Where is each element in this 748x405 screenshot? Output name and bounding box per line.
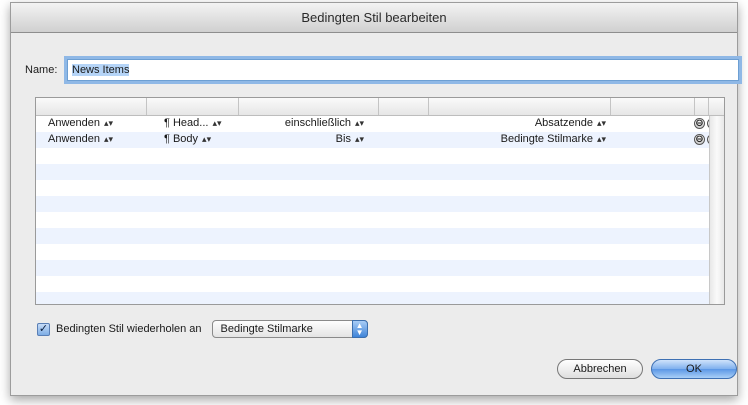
style-popup[interactable]: ¶ Body ▴▾ [164, 133, 211, 145]
paragraph-icon: ¶ [164, 117, 173, 129]
ok-button[interactable]: OK [651, 359, 737, 379]
nested-style-table: Anwenden ▴▾ ¶ Head... ▴▾ einschließlich ▴▾ Abs… [35, 97, 725, 305]
table-row: Anwenden ▴▾ ¶ Head... ▴▾ einschließlich ▴▾ Abs… [36, 116, 724, 132]
marker-popup[interactable]: Absatzende ▴▾ [535, 117, 606, 129]
table-row [36, 196, 724, 212]
table-header [36, 98, 724, 116]
inclusion-popup[interactable]: einschließlich ▴▾ [285, 117, 364, 129]
remove-row-icon[interactable]: ⊖ [694, 118, 705, 129]
table-row [36, 164, 724, 180]
popup-arrows-icon: ▴▾ [104, 134, 114, 144]
paragraph-icon: ¶ [164, 133, 173, 145]
repeat-select[interactable]: Bedingte Stilmarke ▲ ▼ [211, 320, 368, 338]
popup-arrows-icon: ▴▾ [104, 118, 114, 128]
popup-arrows-icon: ▴▾ [354, 134, 364, 144]
dialog-title: Bedingten Stil bearbeiten [11, 3, 737, 33]
action-popup[interactable]: Anwenden ▴▾ [48, 133, 113, 145]
style-popup-text: Body [172, 133, 199, 145]
inclusion-popup-text: Bis [335, 133, 351, 145]
repeat-checkbox[interactable]: ✓ [37, 322, 50, 336]
marker-popup-text: Bedingte Stilmarke [500, 133, 593, 145]
dialog-window: Bedingten Stil bearbeiten Name: News Ite… [10, 2, 739, 396]
table-row [36, 180, 724, 196]
marker-popup-text: Absatzende [534, 117, 593, 129]
popup-arrows-icon: ▴▾ [354, 118, 364, 128]
popup-arrows-icon: ▴▾ [202, 134, 212, 144]
action-popup[interactable]: Anwenden ▴▾ [48, 117, 113, 129]
table-row [36, 148, 724, 164]
name-label: Name: [25, 64, 58, 76]
name-input-value[interactable]: News Items [72, 64, 130, 76]
table-row [36, 260, 724, 276]
select-arrows-icon: ▲ ▼ [351, 320, 368, 338]
popup-arrows-icon: ▴▾ [212, 118, 222, 128]
remove-row-icon[interactable]: ⊖ [694, 134, 705, 145]
name-input[interactable]: News Items [67, 59, 739, 81]
inclusion-popup[interactable]: Bis ▴▾ [336, 133, 364, 145]
repeat-row: ✓ Bedingten Stil wiederholen an Bedingte… [37, 319, 368, 339]
cancel-button[interactable]: Abbrechen [557, 359, 643, 379]
repeat-select-value: Bedingte Stilmarke [220, 323, 313, 335]
style-popup[interactable]: ¶ Head... ▴▾ [164, 117, 221, 129]
style-popup-text: Head... [172, 117, 209, 129]
table-row: Anwenden ▴▾ ¶ Body ▴▾ Bis ▴▾ Bedingte Stilmark… [36, 132, 724, 148]
table-row [36, 292, 724, 304]
marker-popup[interactable]: Bedingte Stilmarke ▴▾ [501, 133, 606, 145]
inclusion-popup-text: einschließlich [284, 117, 351, 129]
table-rows: Anwenden ▴▾ ¶ Head... ▴▾ einschließlich ▴▾ Abs… [36, 116, 724, 304]
popup-arrows-icon: ▴▾ [596, 118, 606, 128]
action-popup-text: Anwenden [48, 133, 100, 145]
action-popup-text: Anwenden [48, 117, 100, 129]
table-row [36, 212, 724, 228]
table-scrollbar[interactable] [709, 116, 724, 304]
table-row [36, 244, 724, 260]
name-row: Name: News Items [25, 59, 739, 81]
repeat-label: Bedingten Stil wiederholen an [56, 323, 202, 335]
popup-arrows-icon: ▴▾ [596, 134, 606, 144]
table-row [36, 228, 724, 244]
table-row [36, 276, 724, 292]
